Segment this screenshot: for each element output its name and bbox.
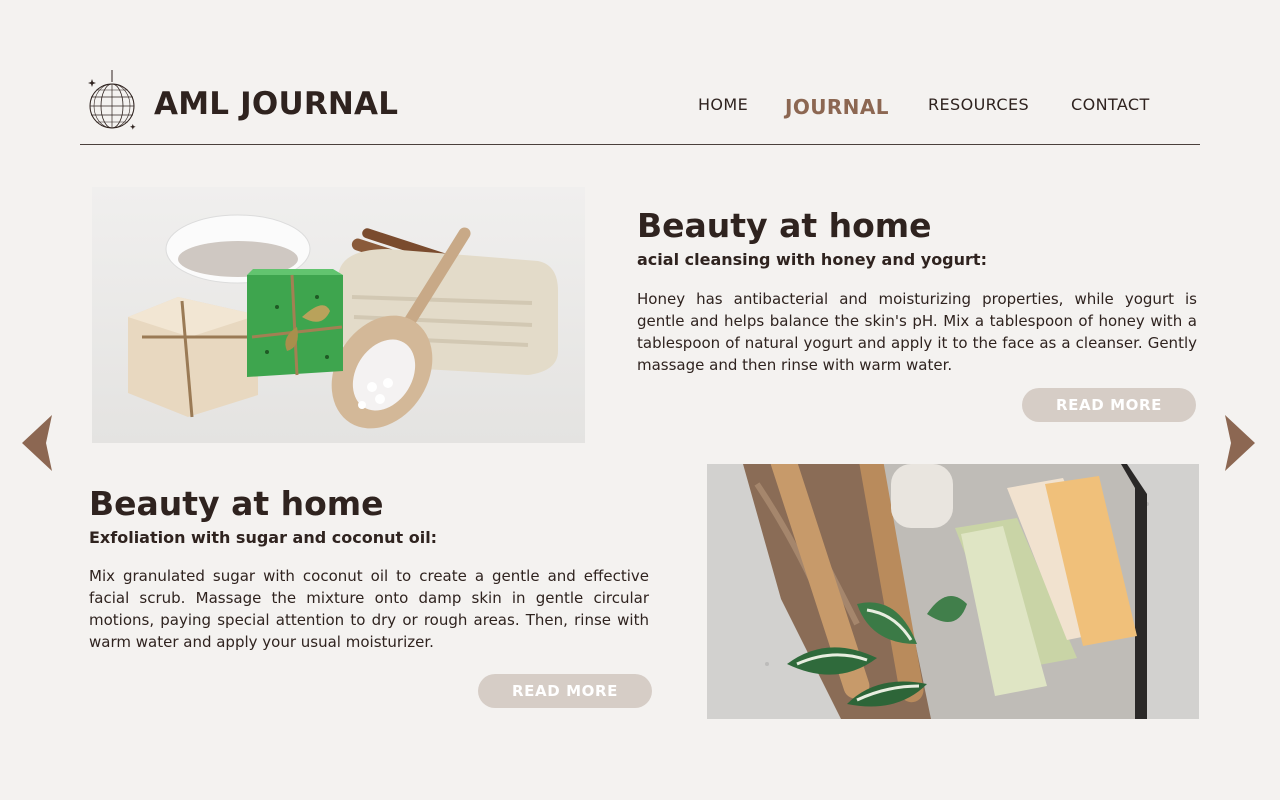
- article-2-read-more-button[interactable]: READ MORE: [478, 674, 652, 708]
- nav-home[interactable]: HOME: [698, 95, 748, 114]
- site-title[interactable]: AML JOURNAL: [154, 86, 398, 122]
- nav-journal[interactable]: JOURNAL: [785, 95, 889, 119]
- article-1-photo[interactable]: [92, 187, 585, 443]
- nav-resources[interactable]: RESOURCES: [928, 95, 1029, 114]
- article-1-subtitle: acial cleansing with honey and yogurt:: [637, 250, 987, 269]
- article-1-body: Honey has antibacterial and moisturizing…: [637, 290, 1197, 374]
- article-2-subtitle: Exfoliation with sugar and coconut oil:: [89, 528, 438, 547]
- article-2-title: Beauty at home: [89, 484, 384, 523]
- nav-contact[interactable]: CONTACT: [1071, 95, 1150, 114]
- article-2-photo[interactable]: [707, 464, 1199, 719]
- disco-ball-icon: [88, 70, 136, 130]
- article-2-body: Mix granulated sugar with coconut oil to…: [89, 567, 649, 651]
- header-divider: [80, 144, 1200, 145]
- arrow-left-icon[interactable]: [22, 415, 52, 471]
- arrow-right-icon[interactable]: [1225, 415, 1255, 471]
- article-1-read-more-button[interactable]: READ MORE: [1022, 388, 1196, 422]
- article-1-title: Beauty at home: [637, 206, 932, 245]
